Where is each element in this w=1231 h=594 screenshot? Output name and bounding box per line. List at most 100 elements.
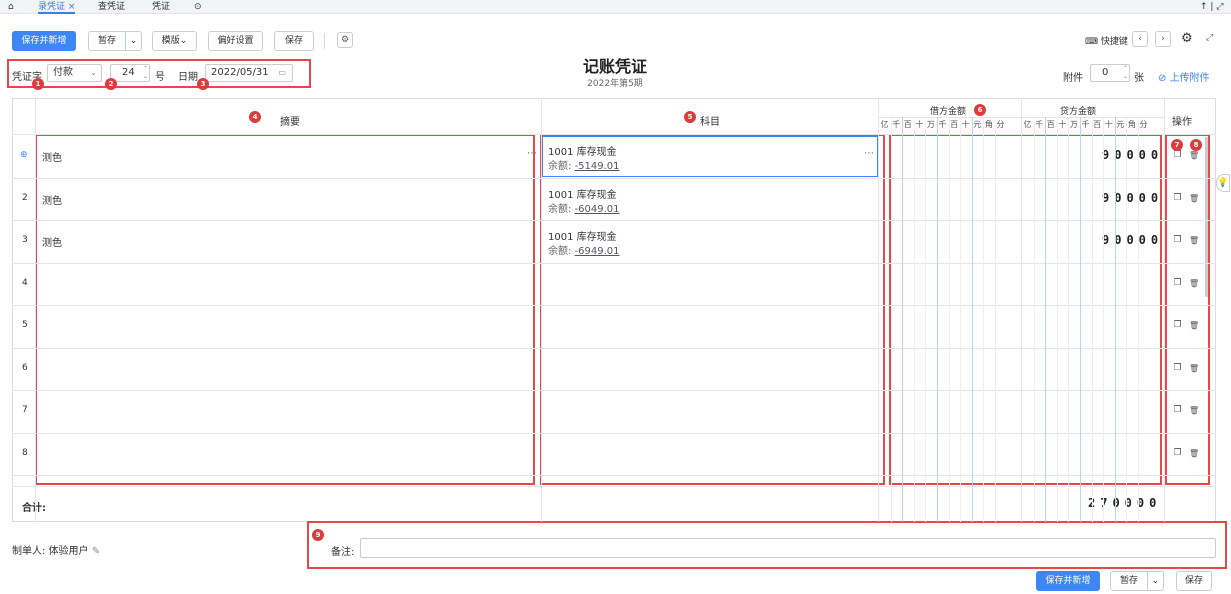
- summary-cell[interactable]: 测色: [42, 149, 62, 164]
- preference-button[interactable]: 偏好设置: [208, 31, 263, 51]
- maker-text: 制单人: 体验用户: [12, 546, 89, 557]
- trash-icon[interactable]: 🗑: [1189, 279, 1199, 288]
- upload-attachment-link[interactable]: ⊘ 上传附件: [1158, 69, 1210, 84]
- chevron-down-icon[interactable]: ⌄: [126, 32, 141, 50]
- copy-icon[interactable]: ❐: [1173, 406, 1182, 415]
- date-input[interactable]: 2022/05/31 ▭: [205, 64, 293, 82]
- attachment-count-value: 0: [1102, 67, 1109, 78]
- temp-save-split-button[interactable]: 暂存 ⌄: [88, 31, 142, 51]
- template-label: 模版: [161, 36, 180, 46]
- balance-value[interactable]: -5149.01: [575, 161, 620, 172]
- next-voucher-icon[interactable]: ›: [1155, 31, 1171, 47]
- copy-icon[interactable]: ❐: [1173, 193, 1182, 203]
- gear-icon[interactable]: ⚙: [1181, 31, 1193, 46]
- digit-column-line: [1126, 117, 1128, 522]
- home-icon[interactable]: ⌂: [8, 0, 14, 14]
- digit-column-line: [925, 117, 927, 522]
- footer-save-new-button[interactable]: 保存并新增: [1036, 571, 1100, 591]
- copy-icon[interactable]: ❐: [1173, 448, 1182, 458]
- copy-icon[interactable]: ❐: [1173, 278, 1182, 288]
- shortcut-link[interactable]: ⌨ 快捷键: [1085, 34, 1128, 47]
- temp-save-label[interactable]: 暂存: [89, 32, 125, 50]
- attachment-count-input[interactable]: 0 ⌃ ⌄: [1090, 64, 1130, 82]
- stepper-icon[interactable]: ⌃ ⌄: [143, 65, 148, 81]
- account-cell[interactable]: 1001 库存现金: [548, 228, 617, 243]
- copy-icon[interactable]: ❐: [1173, 236, 1182, 245]
- trash-icon[interactable]: 🗑: [1189, 194, 1199, 203]
- prev-voucher-icon[interactable]: ‹: [1132, 31, 1148, 47]
- operation-column-header: 操作: [1172, 117, 1192, 128]
- balance-value[interactable]: -6949.01: [575, 246, 620, 257]
- digit-column-line: [1045, 117, 1047, 522]
- balance-value[interactable]: -6049.01: [575, 204, 620, 215]
- footer-temp-save-label[interactable]: 暂存: [1111, 572, 1147, 590]
- total-divider: [12, 486, 1216, 487]
- fullscreen-icon[interactable]: ⤢: [1206, 33, 1213, 43]
- credit-amount[interactable]: 90000: [1102, 148, 1163, 162]
- trash-icon[interactable]: 🗑: [1189, 321, 1199, 330]
- marker-2: 2: [105, 78, 117, 90]
- copy-icon[interactable]: ❐: [1173, 363, 1182, 373]
- calendar-icon[interactable]: ▭: [278, 65, 286, 81]
- credit-digit-header: 角: [1127, 120, 1136, 129]
- digit-column-line: [913, 117, 915, 522]
- digit-column-line: [1138, 117, 1139, 522]
- column-divider: [35, 98, 36, 522]
- amount-subheader-divider: [878, 117, 1164, 118]
- column-divider: [1164, 98, 1165, 522]
- debit-digit-header: 角: [984, 120, 993, 129]
- voucher-word-select[interactable]: 付款 ⌄: [47, 64, 102, 82]
- expand-icon[interactable]: ↑ | ⤢: [1200, 0, 1224, 14]
- remark-input[interactable]: [360, 538, 1216, 558]
- footer-save-button[interactable]: 保存: [1176, 571, 1212, 591]
- row-divider: [12, 262, 1216, 264]
- remark-label: 备注:: [331, 547, 355, 558]
- row-number: 4: [22, 277, 28, 288]
- trash-icon[interactable]: 🗑: [1189, 406, 1199, 415]
- marker-4: 4: [249, 111, 261, 123]
- credit-amount[interactable]: 90000: [1102, 233, 1163, 247]
- add-row-icon[interactable]: ⊕: [20, 150, 28, 160]
- digit-column-line: [890, 117, 892, 522]
- summary-cell[interactable]: 测色: [42, 192, 62, 207]
- save-button[interactable]: 保存: [274, 31, 314, 51]
- digit-column-line: [1068, 117, 1070, 522]
- stepper-icon[interactable]: ⌃ ⌄: [1123, 65, 1128, 81]
- digit-column-line: [995, 117, 996, 522]
- debit-digit-header: 亿: [880, 120, 889, 129]
- trash-icon[interactable]: 🗑: [1189, 236, 1199, 245]
- footer-temp-save-split-button[interactable]: 暂存 ⌄: [1110, 571, 1164, 591]
- trash-icon[interactable]: 🗑: [1189, 151, 1199, 160]
- tab-query-voucher[interactable]: 查凭证: [98, 0, 125, 14]
- credit-amount[interactable]: 90000: [1102, 191, 1163, 205]
- row-divider: [12, 305, 1216, 306]
- account-cell[interactable]: 1001 库存现金: [548, 143, 617, 158]
- digit-column-line: [971, 117, 973, 522]
- row-number: 7: [22, 405, 28, 416]
- marker-6: 6: [974, 104, 986, 116]
- copy-icon[interactable]: ❐: [1173, 321, 1182, 330]
- balance-text: 余额: -5149.01: [548, 161, 620, 172]
- date-label: 日期: [178, 72, 198, 83]
- tab-voucher[interactable]: 凭证: [152, 0, 170, 14]
- table-scrollbar[interactable]: [1205, 137, 1209, 297]
- toolbar-divider: [324, 33, 325, 49]
- template-button[interactable]: 模版⌄: [152, 31, 197, 51]
- account-cell[interactable]: 1001 库存现金: [548, 186, 617, 201]
- edit-icon[interactable]: ✎: [92, 546, 100, 557]
- total-label: 合计:: [22, 503, 46, 514]
- voucher-word-value: 付款: [53, 67, 73, 78]
- trash-icon[interactable]: 🗑: [1189, 364, 1199, 373]
- summary-cell[interactable]: 测色: [42, 234, 62, 249]
- tab-more-icon[interactable]: ⊙: [194, 0, 202, 14]
- settings-icon[interactable]: ⚙: [337, 32, 353, 48]
- assistant-icon[interactable]: 💡: [1216, 174, 1230, 192]
- summary-more-icon[interactable]: ⋯: [527, 148, 537, 159]
- tab-record-voucher[interactable]: 录凭证 ×: [38, 0, 76, 14]
- copy-icon[interactable]: ❐: [1173, 151, 1182, 160]
- chevron-down-icon[interactable]: ⌄: [1148, 572, 1163, 590]
- save-new-button[interactable]: 保存并新增: [12, 31, 76, 51]
- row-divider: [12, 432, 1216, 434]
- trash-icon[interactable]: 🗑: [1189, 449, 1199, 458]
- voucher-number-input[interactable]: 24 ⌃ ⌄: [110, 64, 150, 82]
